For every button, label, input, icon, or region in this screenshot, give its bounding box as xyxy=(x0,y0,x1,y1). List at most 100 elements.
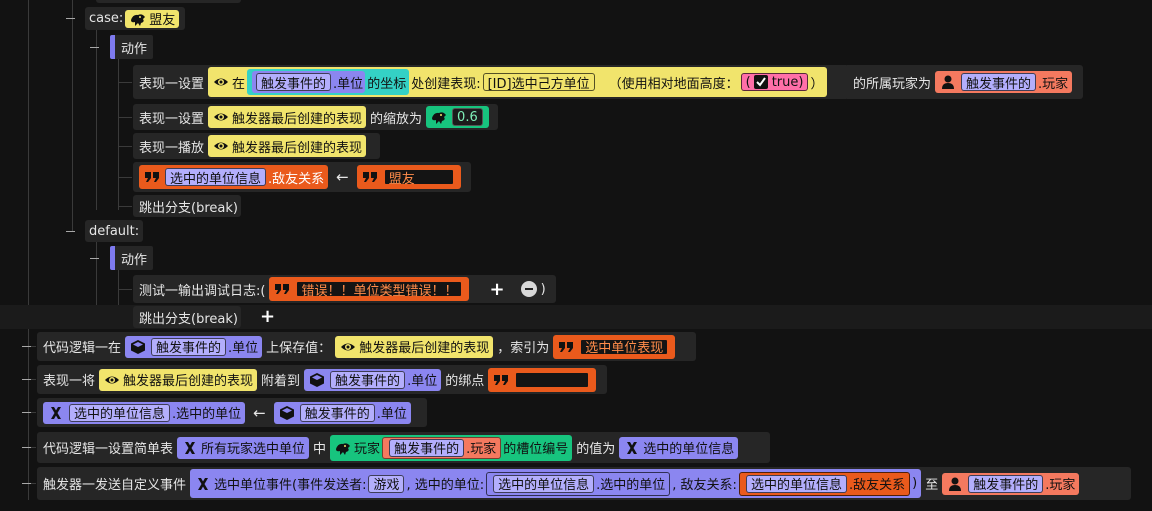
preset-chip[interactable]: [ID]选中己方单位 xyxy=(482,73,595,92)
string-value: 错误！！单位类型错误！！ xyxy=(301,283,458,299)
default-label[interactable]: default: xyxy=(85,220,144,242)
collapse-toggle[interactable] xyxy=(22,483,31,484)
collapse-toggle[interactable] xyxy=(90,47,99,48)
info-field-chip[interactable]: 选中的单位信息 .敌友关系 xyxy=(139,165,329,189)
collapse-toggle[interactable] xyxy=(22,346,31,347)
statement-text: 代码逻辑一设置简单表 xyxy=(43,442,174,457)
string-input[interactable]: 选中单位表现 xyxy=(579,337,670,356)
event-chip[interactable]: 触发事件的 xyxy=(961,73,1037,92)
info-chip[interactable]: 选中的单位信息 xyxy=(619,436,739,459)
effect-ref-chip[interactable]: 触发器最后创建的表现 xyxy=(335,335,494,358)
tree-guide xyxy=(96,30,97,210)
previous-block-edge xyxy=(96,0,241,3)
effect-ref-chip[interactable]: 触发器最后创建的表现 xyxy=(208,106,367,128)
collapse-toggle[interactable] xyxy=(66,18,75,19)
string-input[interactable]: 盟友 xyxy=(382,168,455,187)
unit-chip[interactable]: 触发事件的 .单位 xyxy=(304,368,442,391)
case-label[interactable]: case: 盟友 xyxy=(85,7,186,30)
action-header[interactable]: 动作 xyxy=(110,35,154,59)
statement-row[interactable]: 代码逻辑一设置简单表 所有玩家选中单位 中 玩家 触发事件的 .玩家 的槽位编号… xyxy=(37,432,770,463)
statement-row[interactable]: 跳出分支(break) xyxy=(133,195,241,217)
statement-row[interactable]: 测试一输出调试日志:( 错误！！单位类型错误！！ + ) xyxy=(133,275,556,303)
string-chip[interactable] xyxy=(488,367,597,392)
action-header[interactable]: 动作 xyxy=(110,246,154,270)
collapse-toggle[interactable] xyxy=(22,379,31,380)
info-field-chip[interactable]: 选中的单位信息 .选中的单位 xyxy=(43,401,246,424)
player-field: .玩家 xyxy=(466,442,497,457)
table-chip[interactable]: 所有玩家选中单位 xyxy=(177,436,310,459)
effect-ref-chip[interactable]: 触发器最后创建的表现 xyxy=(99,368,258,391)
minus-icon[interactable] xyxy=(520,281,537,297)
player-field: .玩家 xyxy=(1038,76,1069,92)
info-field-chip[interactable]: 选中的单位信息 .敌友关系 xyxy=(738,471,911,496)
sender-chip[interactable]: 游戏 xyxy=(368,474,405,493)
event-chip[interactable]: 触发事件的 xyxy=(389,438,465,457)
string-chip[interactable]: 选中单位表现 xyxy=(553,334,676,359)
info-field-chip[interactable]: 选中的单位信息 .选中的单位 xyxy=(486,471,671,496)
plus-icon[interactable]: + xyxy=(489,279,504,300)
statement-row[interactable]: 表现一播放 触发器最后创建的表现 xyxy=(133,133,380,159)
collapse-toggle[interactable] xyxy=(22,412,31,413)
plus-icon[interactable]: + xyxy=(260,306,275,327)
statement-text: ，索引为 xyxy=(497,341,550,356)
assignment-row[interactable]: 选中的单位信息 .敌友关系 ← 盟友 xyxy=(133,162,471,192)
slot-chip[interactable]: 玩家 触发事件的 .玩家 的槽位编号 xyxy=(330,434,573,461)
collapse-toggle[interactable] xyxy=(66,231,75,232)
statement-row[interactable]: 表现一设置 在 触发事件的 .单位 的坐标 处创建表现: [ID]选中己方单位 … xyxy=(133,65,849,99)
eye-icon xyxy=(212,137,230,155)
statement-text: 上保存值： xyxy=(266,341,332,356)
statement-row[interactable]: 跳出分支(break) xyxy=(133,306,241,328)
unit-field: .单位 xyxy=(407,374,438,389)
player-chip[interactable]: 触发事件的 .玩家 xyxy=(942,472,1080,495)
info-chip[interactable]: 选中的单位信息 xyxy=(165,168,267,187)
tree-guide xyxy=(118,58,119,210)
info-chip[interactable]: 选中的单位信息 xyxy=(493,474,595,493)
coord-chip[interactable]: 触发事件的 .单位 的坐标 xyxy=(247,69,410,95)
string-input[interactable]: 错误！！单位类型错误！！ xyxy=(295,280,464,299)
event-chip[interactable]: 触发事件的 xyxy=(330,370,406,389)
info-chip[interactable]: 选中的单位信息 xyxy=(745,474,847,493)
effect-chip[interactable]: 在 触发事件的 .单位 的坐标 处创建表现: [ID]选中己方单位 （使用相对地… xyxy=(208,67,828,97)
string-input[interactable] xyxy=(514,370,591,389)
tree-guide xyxy=(118,82,132,83)
bool-chip[interactable]: ( true ) xyxy=(740,73,809,91)
statement-text: 测试一输出调试日志:( xyxy=(139,283,266,299)
event-unit-chip[interactable]: 触发事件的 .单位 xyxy=(252,71,366,93)
event-chip[interactable]: 触发事件的 xyxy=(968,474,1044,493)
event-chip[interactable]: 触发事件的 xyxy=(256,73,332,92)
bool-text: true xyxy=(771,74,799,90)
player-chip[interactable]: 触发事件的 .玩家 xyxy=(382,436,502,459)
number-chip[interactable]: 0.6 xyxy=(426,106,489,128)
function-icon xyxy=(47,404,65,422)
player-chip[interactable]: 触发事件的 .玩家 xyxy=(935,71,1073,93)
info-chip[interactable]: 选中的单位信息 xyxy=(69,403,171,422)
statement-row[interactable]: 代码逻辑一在 触发事件的 .单位 上保存值： 触发器最后创建的表现 ，索引为 选… xyxy=(37,332,696,361)
event-chip[interactable]: 触发事件的 xyxy=(151,337,227,356)
event-text: 触发事件的 xyxy=(304,407,370,422)
custom-event-chip[interactable]: 选中单位事件(事件发送者: 游戏 , 选中的单位: 选中的单位信息 .选中的单位… xyxy=(190,469,922,498)
statement-row-tail[interactable]: 的所属玩家为 触发事件的 .玩家 xyxy=(847,65,1083,99)
collapse-toggle[interactable] xyxy=(90,258,99,259)
effect-ref-chip[interactable]: 触发器最后创建的表现 xyxy=(208,135,367,157)
event-text: 触发事件的 xyxy=(156,341,222,356)
quote-icon xyxy=(143,168,161,186)
number-input[interactable]: 0.6 xyxy=(452,108,483,126)
checkbox-icon[interactable] xyxy=(752,73,770,91)
unit-chip[interactable]: 触发事件的 .单位 xyxy=(273,401,411,424)
statement-row[interactable]: 表现一将 触发器最后创建的表现 附着到 触发事件的 .单位 的绑点 xyxy=(37,365,607,394)
quote-icon xyxy=(361,168,379,186)
event-text: 触发事件的 xyxy=(394,442,460,457)
preset-text: [ID]选中己方单位 xyxy=(487,76,590,92)
string-chip[interactable]: 盟友 xyxy=(356,165,461,189)
eye-icon xyxy=(212,108,230,126)
quote-icon xyxy=(492,371,510,389)
case-value-chip[interactable]: 盟友 xyxy=(125,9,180,28)
unit-chip[interactable]: 触发事件的 .单位 xyxy=(125,335,263,358)
assignment-row[interactable]: 选中的单位信息 .选中的单位 ← 触发事件的 .单位 xyxy=(37,398,427,427)
event-chip[interactable]: 触发事件的 xyxy=(299,403,375,422)
field-text: .敌友关系 xyxy=(848,478,906,493)
collapse-toggle[interactable] xyxy=(22,447,31,448)
statement-row[interactable]: 触发器一发送自定义事件 选中单位事件(事件发送者: 游戏 , 选中的单位: 选中… xyxy=(37,467,1131,500)
string-chip[interactable]: 错误！！单位类型错误！！ xyxy=(269,277,470,301)
statement-row[interactable]: 表现一设置 触发器最后创建的表现 的缩放为 0.6 xyxy=(133,104,498,130)
